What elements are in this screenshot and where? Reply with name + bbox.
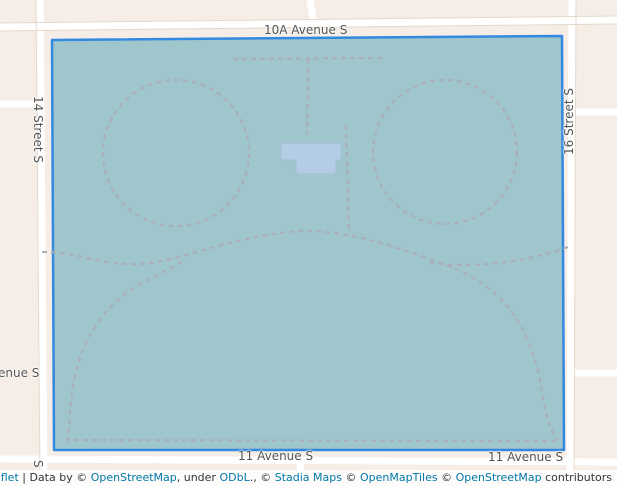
map-tiles [0,0,617,486]
attribution-contributors: contributors [541,471,612,484]
attribution-copyright-2: © [341,471,360,484]
attribution-copyright-1: ., © [249,471,275,484]
leaflet-link[interactable]: Leaflet [0,471,19,484]
street-label-16-street-s: 16 Street S [562,88,576,155]
odbl-link[interactable]: ODbL [219,471,249,484]
openstreetmap-contributors-link[interactable]: OpenStreetMap [456,471,542,484]
street-label-14-street-s: 14 Street S [31,96,45,163]
street-label-10a-avenue-s: 10A Avenue S [264,23,348,37]
road-14-street-s [36,0,48,486]
map-attribution: Leaflet | Data by © OpenStreetMap, under… [0,470,617,486]
attribution-under: , under [176,471,220,484]
footpath-top [232,56,385,61]
attribution-copyright-3: © [437,471,456,484]
openmaptiles-link[interactable]: OpenMapTiles [360,471,438,484]
street-label-partial-left: enue S [0,366,40,380]
street-label-partial-corner: S [31,460,45,468]
road-16-street-s [566,0,576,486]
attribution-data-by: Data by © [29,471,91,484]
street-label-11-avenue-s-left: 11 Avenue S [238,449,314,463]
street-label-11-avenue-s-right: 11 Avenue S [488,450,564,464]
footpath-vertical-left [305,58,310,136]
stadia-maps-link[interactable]: Stadia Maps [275,471,342,484]
map-view[interactable]: 10A Avenue S 14 Street S 16 Street S 11 … [0,0,617,486]
attribution-separator: | [18,471,30,484]
road-side-top [306,0,317,21]
openstreetmap-link[interactable]: OpenStreetMap [91,471,177,484]
